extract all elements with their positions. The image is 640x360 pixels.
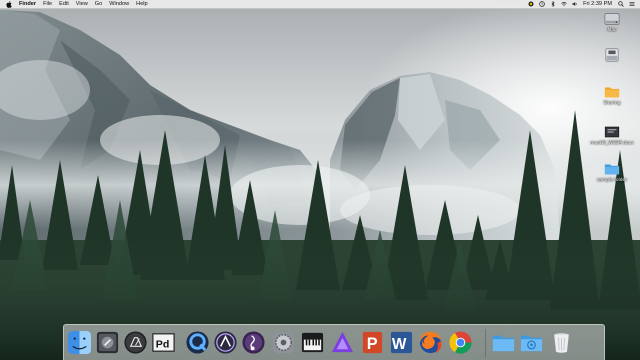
word-icon: W [390,331,413,353]
desktop-wallpaper [0,0,640,360]
desktop-icon-label: macOS_WSEM.docx [590,141,634,146]
powerpoint-icon: P [362,331,383,353]
metronome-icon [124,331,147,354]
desktop-icon-disk-image[interactable] [592,47,632,64]
dock-launchpad[interactable] [95,330,120,355]
sibelius-icon [242,331,265,354]
desktop-icon-document[interactable]: macOS_WSEM.docx [590,124,634,146]
dock-quicktime[interactable] [185,330,210,355]
chrome-icon [449,331,472,354]
desktop-icon-label: Mac [607,28,617,33]
status-area: Fri 2:39 PM [528,0,640,9]
system-preferences-icon [272,331,295,354]
document-icon [604,126,620,138]
dock-finder[interactable] [67,330,92,355]
dock-pro-tools[interactable] [213,330,238,355]
finder-icon [67,330,92,355]
dock-system-preferences[interactable] [271,330,296,355]
notification-center-icon[interactable] [629,1,635,7]
dock-affinity[interactable] [330,330,355,355]
desktop-icon-folder-orange[interactable]: Sharing [592,84,632,106]
quicktime-icon [186,331,209,354]
dock-trash[interactable] [549,330,574,355]
dock-powerpoint[interactable]: P [360,330,385,355]
svg-text:W: W [392,336,407,353]
menu-go[interactable]: Go [95,0,102,9]
desktop-icon-label: Sharing [603,101,621,106]
menu-window[interactable]: Window [109,0,129,9]
dock: Pd P W [63,324,605,360]
time-machine-icon[interactable] [539,1,545,7]
dock-pd[interactable]: Pd [151,330,176,355]
menu-edit[interactable]: Edit [59,0,69,9]
dock-firefox[interactable] [418,330,443,355]
desktop-icon-sample-folder[interactable]: sample folder [592,161,632,183]
firefox-icon [419,331,442,354]
dock-chrome[interactable] [448,330,473,355]
launchpad-icon [96,331,119,354]
apple-menu-icon[interactable] [6,0,13,8]
pro-tools-icon [214,331,237,354]
svg-text:Pd: Pd [156,338,170,350]
app-status-icon[interactable] [528,1,534,7]
desktop-icon-hard-drive[interactable]: Mac [592,11,632,33]
dock-sibelius[interactable] [241,330,266,355]
desktop-icon-label: sample folder [596,178,628,183]
menu-clock[interactable]: Fri 2:39 PM [583,0,612,9]
wifi-icon[interactable] [561,1,567,7]
dock-word[interactable]: W [389,330,414,355]
menu-file[interactable]: File [43,0,52,9]
menu-app-name[interactable]: Finder [19,0,36,9]
dock-downloads-folder[interactable] [519,330,544,355]
disk-image-icon [605,48,619,62]
bluetooth-icon[interactable] [550,1,556,7]
dock-tempo[interactable] [123,330,148,355]
menu-view[interactable]: View [76,0,88,9]
dock-separator [485,329,486,357]
volume-icon[interactable] [572,1,578,7]
affinity-icon [331,331,354,353]
folder-icon [604,164,620,175]
menu-bar: Finder File Edit View Go Window Help Fri… [0,0,640,9]
spotlight-icon[interactable] [618,1,624,7]
folder-icon [492,335,515,352]
menu-help[interactable]: Help [136,0,148,9]
dock-midi-keyboard[interactable] [300,330,325,355]
svg-text:P: P [367,335,378,353]
folder-icon [604,87,620,98]
dock-applications-folder[interactable] [491,330,516,355]
downloads-folder-icon [520,335,543,352]
trash-icon [553,332,570,354]
hard-drive-icon [604,13,620,25]
pure-data-icon: Pd [152,333,175,352]
piano-keyboard-icon [301,332,324,353]
